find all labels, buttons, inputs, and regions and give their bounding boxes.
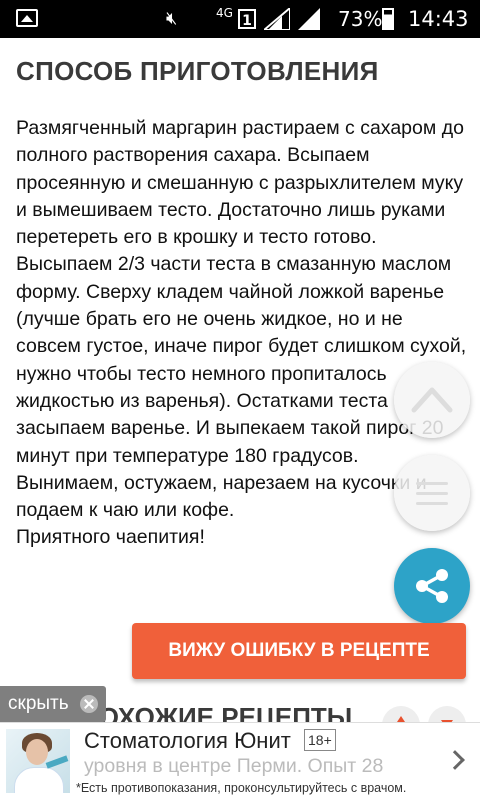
network-type: 4G xyxy=(216,6,233,20)
gallery-icon xyxy=(16,9,38,27)
ad-title[interactable]: Стоматология Юнит xyxy=(84,728,291,754)
share-button[interactable] xyxy=(394,548,470,624)
clock: 14:43 xyxy=(408,7,469,31)
status-bar: 🔇︎ 4G 1 73% 14:43 xyxy=(0,0,480,38)
ad-banner[interactable]: Стоматология Юнит 18+ уровня в центре Пе… xyxy=(0,722,480,800)
ad-text: уровня в центре Перми. Опыт 28 xyxy=(84,755,384,777)
menu-icon xyxy=(416,482,448,485)
ad-image xyxy=(6,729,70,793)
scroll-top-button[interactable] xyxy=(394,362,470,438)
close-icon xyxy=(80,695,98,713)
age-badge: 18+ xyxy=(304,729,336,751)
battery-icon xyxy=(382,8,394,30)
recipe-paragraph: Высыпаем 2/3 части теста в смазанную мас… xyxy=(16,253,467,467)
chevron-right-icon[interactable] xyxy=(445,750,465,770)
sim-indicator: 1 xyxy=(238,9,256,29)
chevron-up-icon xyxy=(411,387,453,413)
recipe-paragraph: Размягченный маргарин растираем с сахаро… xyxy=(16,117,464,249)
menu-button[interactable] xyxy=(394,455,470,531)
ad-disclaimer: *Есть противопоказания, проконсультируйт… xyxy=(76,781,407,795)
share-icon xyxy=(416,569,448,603)
signal-icon-2 xyxy=(298,8,320,30)
report-error-button[interactable]: ВИЖУ ОШИБКУ В РЕЦЕПТЕ xyxy=(132,623,466,679)
battery-percent: 73% xyxy=(338,7,383,31)
recipe-paragraph: Приятного чаепития! xyxy=(16,526,205,549)
hide-ad-button[interactable]: скрыть xyxy=(0,686,106,722)
hide-ad-label: скрыть xyxy=(8,693,69,714)
signal-icon xyxy=(264,8,290,30)
mute-icon: 🔇︎ xyxy=(166,8,178,29)
section-title: СПОСОБ ПРИГОТОВЛЕНИЯ xyxy=(16,56,379,86)
